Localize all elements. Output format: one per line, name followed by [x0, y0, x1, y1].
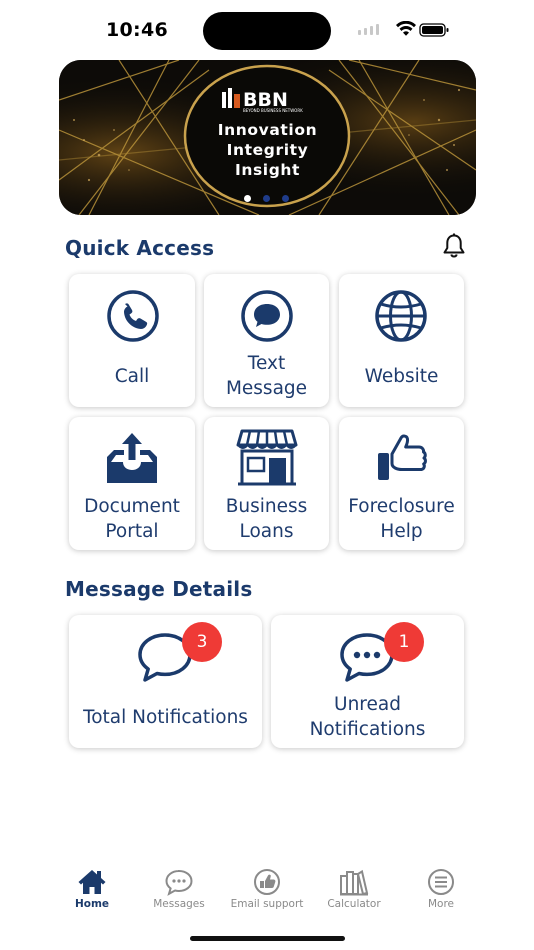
text-message-card[interactable]: Text Message [204, 274, 329, 407]
menu-icon [428, 869, 454, 895]
globe-icon [375, 290, 427, 342]
wifi-icon [396, 21, 416, 36]
status-icons [358, 21, 449, 37]
tab-more[interactable]: More [391, 862, 491, 910]
foreclosure-help-label: Foreclosure Help [348, 496, 455, 542]
bbn-logo: BBN BEYOND BUSINESS NETWORK [222, 88, 303, 113]
bottom-tab-bar: Home Messages Email support Calculator M… [0, 862, 534, 922]
unread-notifications-label: Unread Notifications [309, 694, 426, 740]
tab-email-support-label: Email support [230, 898, 304, 910]
call-label: Call [114, 366, 150, 387]
banner-line-2: Integrity [226, 141, 309, 159]
call-card[interactable]: Call [69, 274, 195, 407]
carousel-page-indicator[interactable] [244, 195, 294, 203]
tab-calculator-label: Calculator [327, 898, 381, 910]
carousel-dot-3[interactable] [282, 195, 289, 202]
quick-access-title: Quick Access [65, 236, 215, 260]
battery-icon [419, 23, 449, 37]
total-notifications-label: Total Notifications [83, 707, 248, 728]
cellular-signal-icon [358, 24, 379, 35]
carousel-dot-1[interactable] [244, 195, 251, 202]
status-bar: 10:46 [0, 0, 534, 60]
tab-messages[interactable]: Messages [129, 862, 229, 910]
unread-notifications-badge: 1 [384, 622, 424, 662]
home-indicator[interactable] [190, 936, 345, 941]
storefront-icon [236, 429, 298, 486]
calculator-icon [340, 869, 369, 896]
chat-bubble-icon [241, 290, 293, 342]
banner-line-3: Insight [234, 161, 301, 179]
tab-more-label: More [427, 898, 455, 910]
unread-notifications-card[interactable]: 1 Unread Notifications [271, 615, 464, 748]
bell-icon[interactable] [440, 232, 468, 260]
business-loans-card[interactable]: Business Loans [204, 417, 329, 550]
banner-line-1: Innovation [217, 121, 318, 139]
website-label: Website [364, 366, 439, 387]
website-card[interactable]: Website [339, 274, 464, 407]
tab-home[interactable]: Home [42, 862, 142, 910]
status-time: 10:46 [106, 19, 168, 41]
total-notifications-card[interactable]: 3 Total Notifications [69, 615, 262, 748]
email-support-icon [254, 869, 280, 895]
document-portal-label: Document Portal [84, 496, 180, 542]
business-loans-label: Business Loans [225, 496, 308, 542]
tab-calculator[interactable]: Calculator [304, 862, 404, 910]
upload-tray-icon [107, 433, 157, 483]
carousel-dot-2[interactable] [263, 195, 270, 202]
tab-email-support[interactable]: Email support [217, 862, 317, 910]
dynamic-island [203, 12, 331, 50]
svg-text:BEYOND BUSINESS NETWORK: BEYOND BUSINESS NETWORK [243, 108, 303, 113]
text-message-label: Text Message [225, 353, 308, 399]
document-portal-card[interactable]: Document Portal [69, 417, 195, 550]
message-details-title: Message Details [65, 577, 253, 601]
phone-icon [107, 290, 159, 342]
home-icon [78, 870, 106, 894]
tab-messages-label: Messages [153, 898, 205, 910]
total-notifications-badge: 3 [182, 622, 222, 662]
foreclosure-help-card[interactable]: Foreclosure Help [339, 417, 464, 550]
thumbs-up-icon [378, 434, 427, 480]
tab-home-label: Home [74, 898, 110, 910]
message-icon [165, 869, 193, 896]
